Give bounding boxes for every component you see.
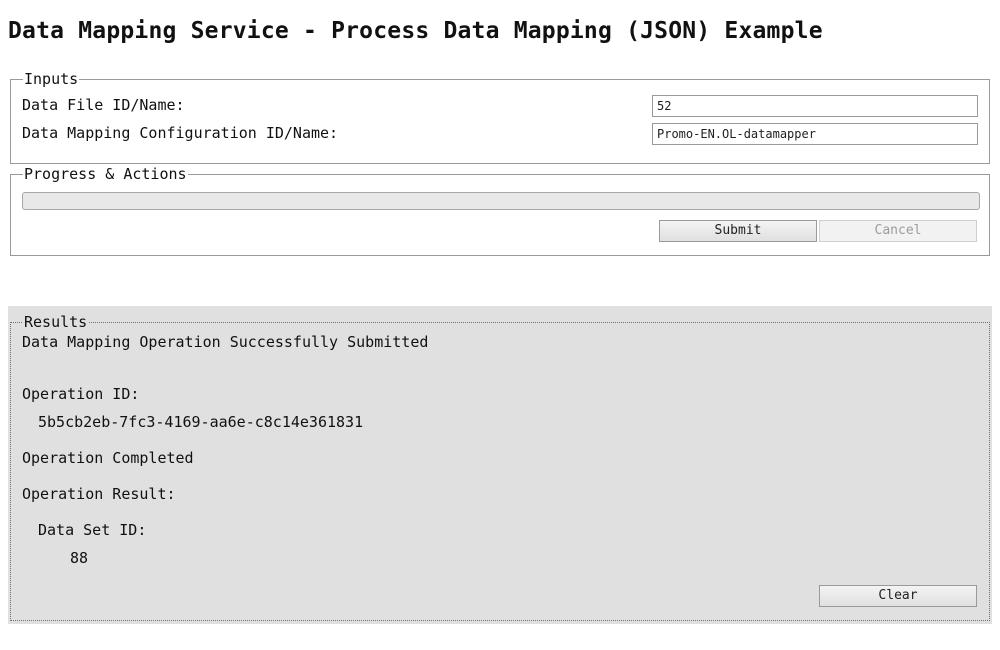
submit-button[interactable]: Submit — [659, 220, 817, 242]
operation-id-label: Operation ID: — [22, 385, 140, 403]
mapping-config-label: Data Mapping Configuration ID/Name: — [22, 124, 339, 142]
operation-result-label: Operation Result: — [22, 485, 176, 503]
progress-bar — [22, 192, 980, 210]
data-set-id-label: Data Set ID: — [38, 521, 147, 539]
operation-id-value: 5b5cb2eb-7fc3-4169-aa6e-c8c14e361831 — [38, 413, 364, 431]
status-message: Data Mapping Operation Successfully Subm… — [22, 333, 429, 351]
results-legend: Results — [24, 313, 88, 331]
mapping-config-input[interactable] — [652, 123, 978, 145]
page-title: Data Mapping Service - Process Data Mapp… — [8, 18, 823, 44]
progress-actions-legend: Progress & Actions — [24, 165, 187, 183]
data-set-id-value: 88 — [70, 549, 89, 567]
cancel-button[interactable]: Cancel — [819, 220, 977, 242]
inputs-legend: Inputs — [24, 70, 79, 88]
completion-message: Operation Completed — [22, 449, 194, 467]
results-fieldset: Results — [10, 315, 990, 621]
data-file-label: Data File ID/Name: — [22, 96, 185, 114]
clear-button[interactable]: Clear — [819, 585, 977, 607]
data-file-input[interactable] — [652, 95, 978, 117]
progress-actions-fieldset: Progress & Actions — [10, 167, 990, 256]
inputs-fieldset: Inputs — [10, 72, 990, 164]
